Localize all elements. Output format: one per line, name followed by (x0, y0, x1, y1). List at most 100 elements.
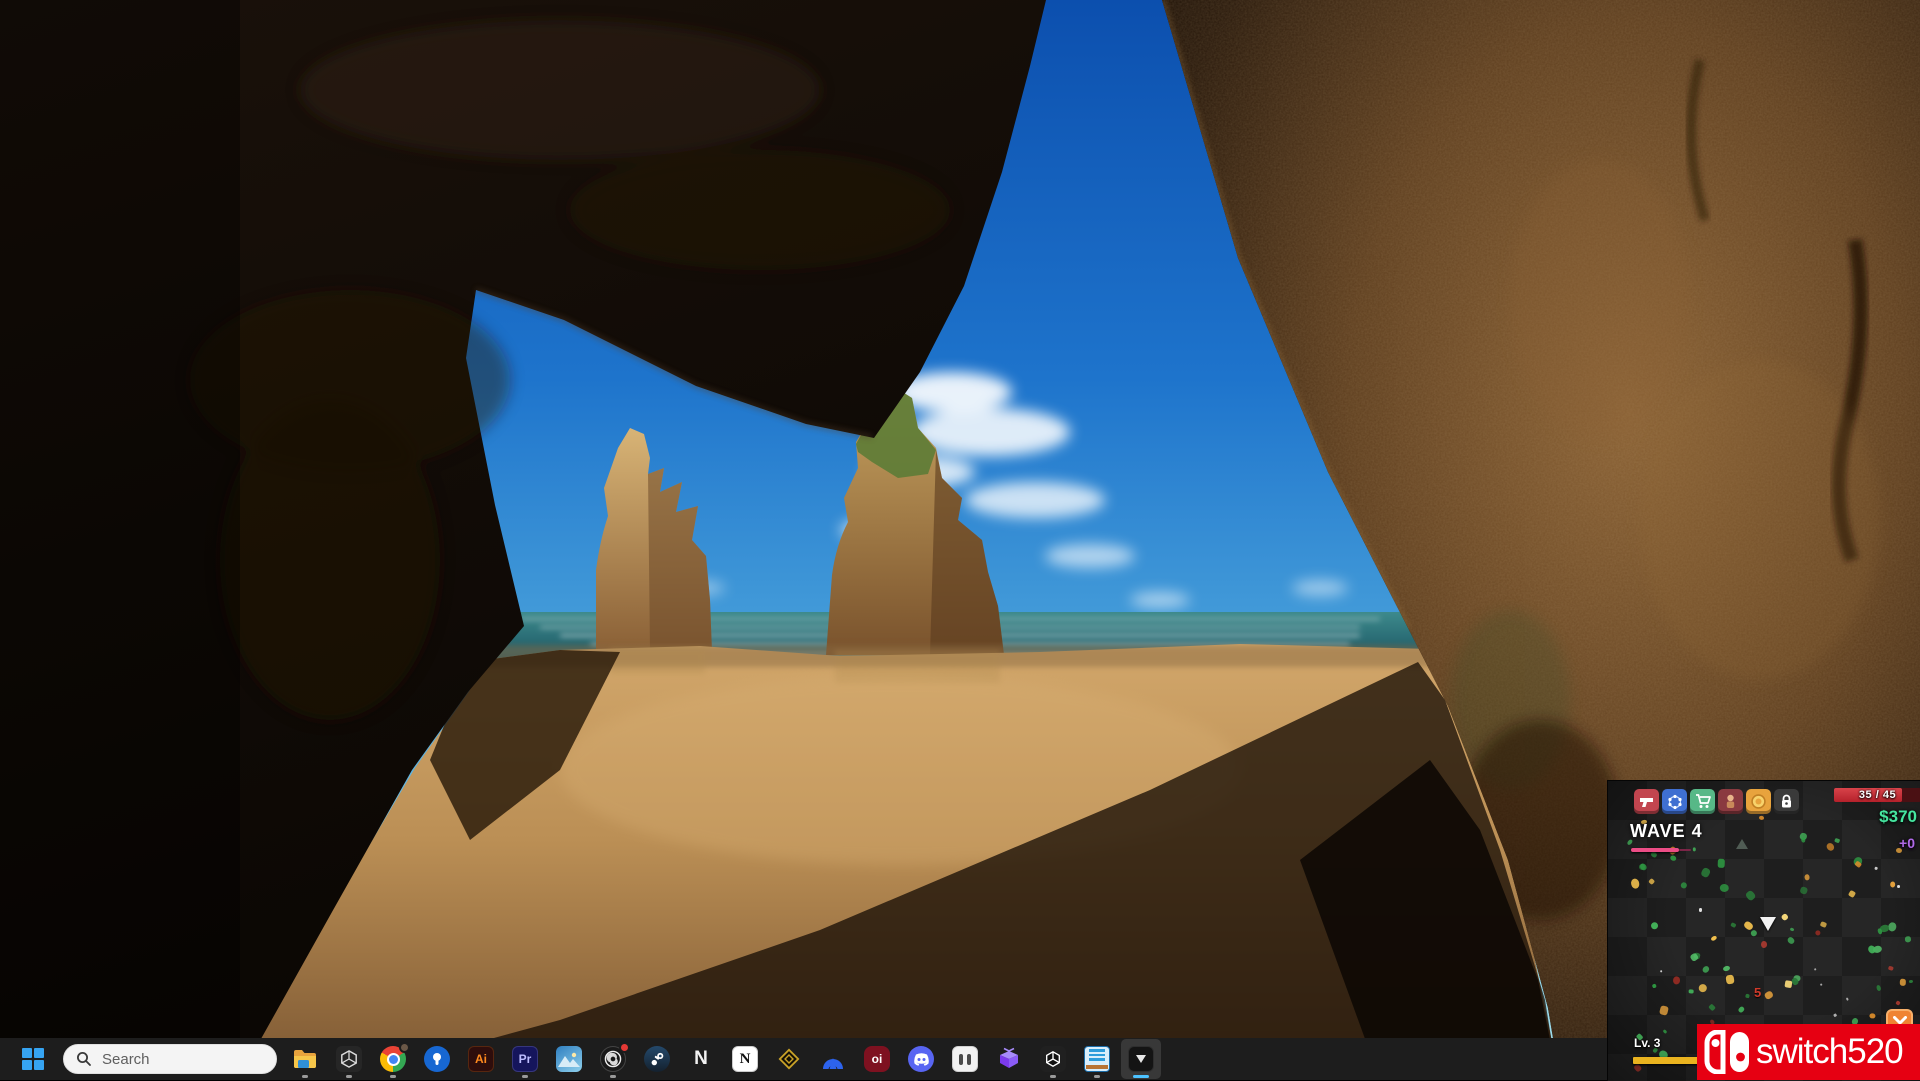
taskbar-unity[interactable] (1033, 1039, 1073, 1079)
taskbar-red-cam-app[interactable]: oi (857, 1039, 897, 1079)
watermark-text: switch520 (1756, 1032, 1903, 1072)
taskbar-notepad[interactable] (1077, 1039, 1117, 1079)
game-toolbar (1634, 789, 1799, 814)
damage-number: 5 (1754, 985, 1761, 1000)
particle (1814, 929, 1821, 937)
running-indicator (1133, 1075, 1149, 1078)
start-button[interactable] (13, 1039, 53, 1079)
particle (1833, 1013, 1837, 1017)
taskbar-icons: AiPr NNoi (285, 1039, 1165, 1079)
particle (1761, 941, 1767, 948)
taskbar-white-socket-app[interactable] (945, 1039, 985, 1079)
particle (1744, 994, 1749, 999)
particle (1909, 980, 1914, 984)
desktop: AiPrNNoi 35 / 45 $370 +0 WAVE 4 5 Lv. 3 (0, 0, 1920, 1080)
taskbar-steam[interactable] (637, 1039, 677, 1079)
taskbar-hexagon-app[interactable] (329, 1039, 369, 1079)
particle (1870, 1013, 1876, 1018)
taskbar-game-window-task[interactable] (1121, 1039, 1161, 1079)
particle (1900, 979, 1906, 986)
taskbar-adobe-premiere[interactable]: Pr (505, 1039, 545, 1079)
particle (1888, 922, 1898, 932)
particle (1651, 984, 1657, 990)
materials-button[interactable] (1746, 789, 1771, 814)
taskbar-obs-studio[interactable] (593, 1039, 633, 1079)
particle (1650, 851, 1657, 858)
particle (1680, 881, 1688, 889)
particle (1708, 1003, 1716, 1011)
health-text: 35 / 45 (1834, 788, 1920, 802)
taskbar-arc-blue-app[interactable] (813, 1039, 853, 1079)
running-indicator (302, 1075, 308, 1078)
particle (1845, 998, 1848, 1002)
taskbar-adobe-illustrator[interactable]: Ai (461, 1039, 501, 1079)
particle (1719, 883, 1728, 892)
particle (1876, 985, 1882, 992)
running-indicator (346, 1075, 352, 1078)
search-input[interactable] (100, 1050, 264, 1069)
particle (1819, 921, 1827, 928)
particle (1731, 923, 1737, 929)
particle (1688, 989, 1693, 993)
nintendo-switch-icon (1704, 1030, 1752, 1074)
particle (1905, 936, 1912, 943)
particle (1698, 984, 1707, 993)
taskbar-diamond-app[interactable] (769, 1039, 809, 1079)
enemy-triangle (1736, 839, 1748, 849)
taskbar-file-explorer[interactable] (285, 1039, 325, 1079)
particle (1650, 920, 1660, 930)
taskbar-notion[interactable]: N (725, 1039, 765, 1079)
search-icon (76, 1051, 92, 1067)
lock-button[interactable] (1774, 789, 1799, 814)
particle (1781, 913, 1789, 921)
items-button[interactable] (1662, 789, 1687, 814)
switch520-watermark: switch520 (1697, 1024, 1920, 1080)
wave-progress-bar (1631, 848, 1679, 852)
taskbar-row: AiPr NNoi (0, 1038, 1165, 1080)
taskbar-purple-box-app[interactable] (989, 1039, 1029, 1079)
particle (1692, 847, 1695, 852)
running-indicator (390, 1075, 396, 1078)
particle (1819, 984, 1822, 986)
particle (1737, 1006, 1745, 1014)
particle (1659, 970, 1662, 973)
level-label: Lv. 3 (1634, 1036, 1660, 1050)
particle (1813, 968, 1816, 971)
particle (1718, 859, 1725, 868)
particle (1725, 974, 1734, 984)
particle (1799, 886, 1808, 895)
particle (1834, 838, 1840, 844)
particle (1723, 965, 1731, 972)
particle (1699, 908, 1703, 912)
taskbar-discord[interactable] (901, 1039, 941, 1079)
particle (1630, 878, 1640, 889)
particle (1659, 1005, 1669, 1015)
money-counter: $370 (1879, 807, 1917, 827)
shop-button[interactable] (1690, 789, 1715, 814)
particle (1632, 1064, 1642, 1074)
particle (1786, 936, 1795, 945)
running-indicator (1094, 1075, 1100, 1078)
particle (1710, 935, 1717, 942)
taskbar-chrome[interactable] (373, 1039, 413, 1079)
particle (1669, 855, 1677, 862)
weapon-button[interactable] (1634, 789, 1659, 814)
gain-counter: +0 (1899, 835, 1915, 851)
particle (1876, 928, 1882, 935)
particle (1763, 989, 1774, 999)
running-indicator (522, 1075, 528, 1078)
taskbar-n-app[interactable]: N (681, 1039, 721, 1079)
search-box[interactable] (63, 1044, 277, 1074)
taskbar-blue-pin-app[interactable] (417, 1039, 457, 1079)
taskbar-photos-app[interactable] (549, 1039, 589, 1079)
windows-logo-icon (22, 1048, 44, 1070)
particle (1648, 878, 1655, 885)
particle (1750, 929, 1759, 938)
particle (1895, 1000, 1901, 1006)
particle (1790, 927, 1795, 932)
character-button[interactable] (1718, 789, 1743, 814)
chrome-badge-icon (399, 1042, 410, 1053)
running-indicator (610, 1075, 616, 1078)
particle (1897, 885, 1900, 888)
running-indicator (1050, 1075, 1056, 1078)
